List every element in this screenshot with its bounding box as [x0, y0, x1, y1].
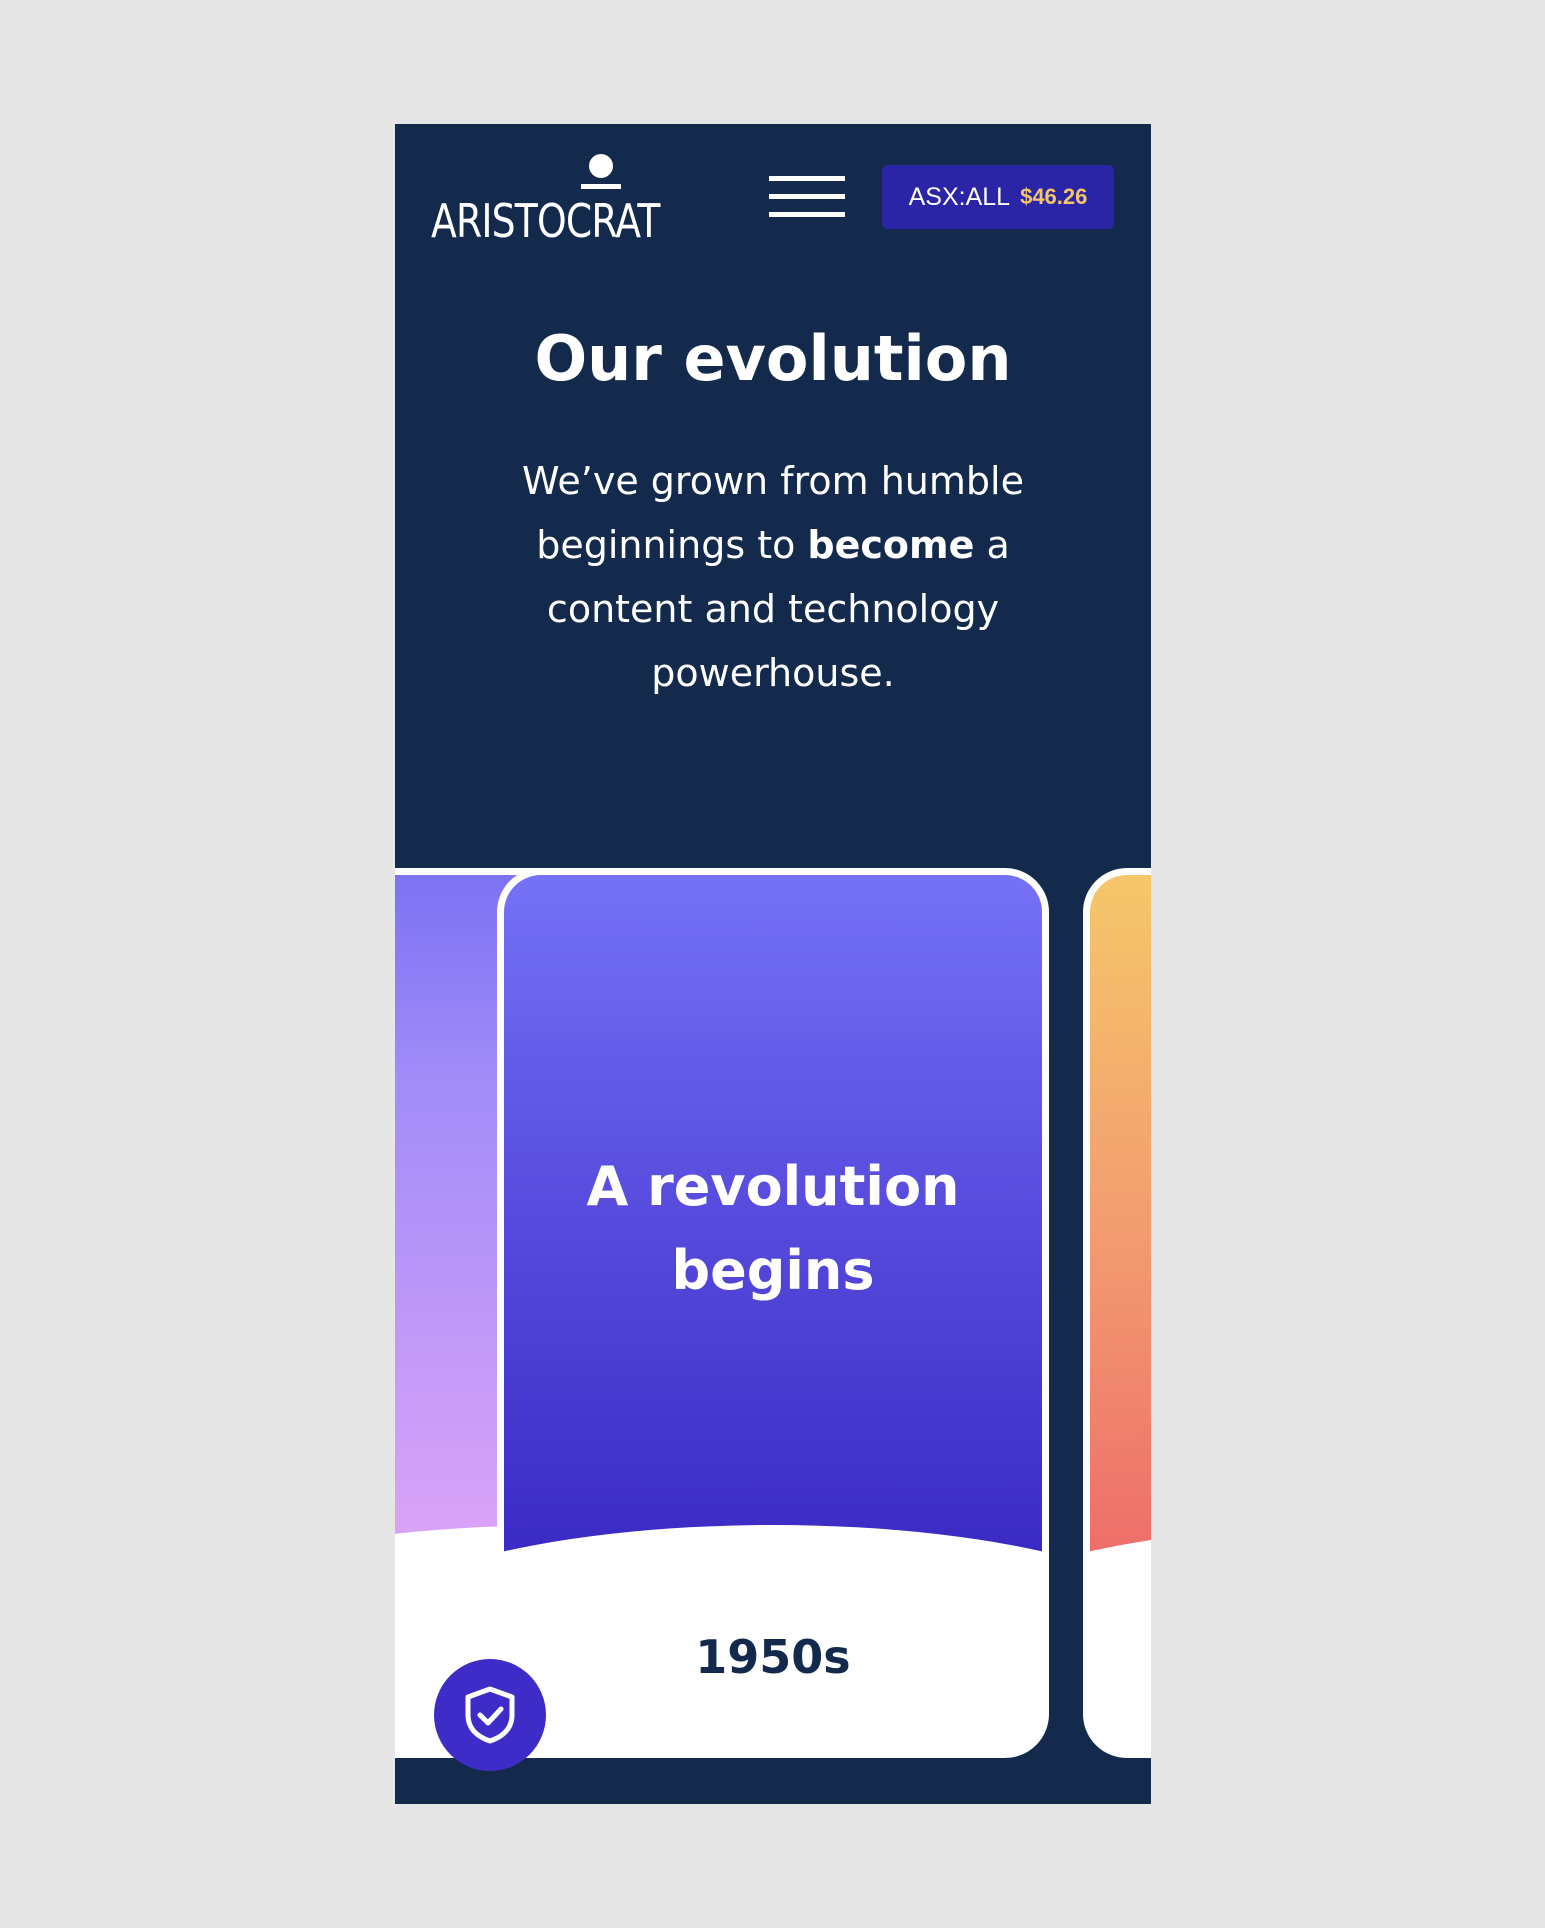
stock-ticker-badge[interactable]: ASX:ALL $46.26 [882, 165, 1114, 229]
logo-wordmark: ARISTOCRAT [431, 194, 660, 248]
ticker-price: $46.26 [1020, 184, 1088, 209]
card-wave [504, 1525, 1042, 1645]
shield-check-icon[interactable] [434, 1659, 546, 1771]
hamburger-icon[interactable] [769, 176, 845, 220]
card-gradient [1090, 875, 1151, 1555]
aristocrat-logo[interactable]: ARISTOCRAT [431, 154, 691, 250]
timeline-card-next[interactable] [1083, 868, 1151, 1758]
timeline-card-current[interactable]: A revolution begins 1950s [497, 868, 1049, 1758]
logo-dot [589, 154, 613, 178]
page-title: Our evolution [534, 322, 1012, 395]
ticker-symbol: ASX:ALL [908, 182, 1011, 211]
mobile-page: ARISTOCRAT ASX:ALL $46.26 Our evolution … [395, 124, 1151, 1804]
intro-bold: become [807, 523, 975, 567]
logo-bar [581, 184, 621, 189]
intro-text: We’ve grown from humble beginnings to be… [493, 449, 1053, 705]
card-title: A revolution begins [586, 1155, 960, 1302]
card-year: 1950s [695, 1630, 851, 1684]
